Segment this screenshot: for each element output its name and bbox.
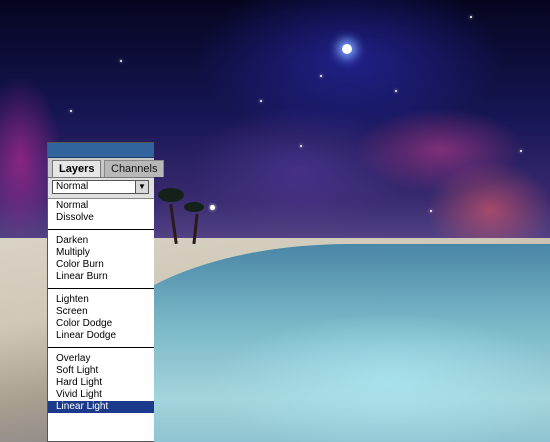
star bbox=[70, 110, 72, 112]
menu-item-linear-light[interactable]: Linear Light bbox=[48, 401, 154, 413]
menu-item-screen[interactable]: Screen bbox=[48, 306, 154, 318]
star bbox=[300, 145, 302, 147]
star bbox=[260, 100, 262, 102]
blend-mode-value: Normal bbox=[56, 181, 89, 192]
menu-item-hard-light[interactable]: Hard Light bbox=[48, 377, 154, 389]
menu-item-vivid-light[interactable]: Vivid Light bbox=[48, 389, 154, 401]
star bbox=[520, 150, 522, 152]
menu-item-darken[interactable]: Darken bbox=[48, 235, 154, 247]
layers-palette: Layers Channels Normal ▼ Normal Dissolve… bbox=[47, 142, 165, 442]
menu-item-linear-burn[interactable]: Linear Burn bbox=[48, 271, 154, 283]
menu-item-multiply[interactable]: Multiply bbox=[48, 247, 154, 259]
menu-divider bbox=[48, 347, 154, 348]
menu-item-color-burn[interactable]: Color Burn bbox=[48, 259, 154, 271]
blend-mode-select[interactable]: Normal ▼ bbox=[52, 180, 149, 194]
menu-item-dissolve[interactable]: Dissolve bbox=[48, 212, 154, 224]
menu-item-soft-light[interactable]: Soft Light bbox=[48, 365, 154, 377]
menu-item-lighten[interactable]: Lighten bbox=[48, 294, 154, 306]
palette-tabs: Layers Channels bbox=[48, 158, 165, 178]
tab-channels[interactable]: Channels bbox=[104, 160, 165, 177]
tab-layers[interactable]: Layers bbox=[52, 160, 102, 177]
palette-titlebar[interactable] bbox=[48, 143, 154, 158]
blend-mode-row: Normal ▼ bbox=[48, 178, 154, 199]
blend-mode-menu: Normal Dissolve Darken Multiply Color Bu… bbox=[48, 199, 154, 413]
menu-item-overlay[interactable]: Overlay bbox=[48, 353, 154, 365]
palm-trees bbox=[150, 188, 220, 245]
dropdown-arrow-icon[interactable]: ▼ bbox=[135, 181, 148, 193]
star bbox=[470, 16, 472, 18]
menu-item-linear-dodge[interactable]: Linear Dodge bbox=[48, 330, 154, 342]
menu-divider bbox=[48, 288, 154, 289]
menu-divider bbox=[48, 229, 154, 230]
menu-item-normal[interactable]: Normal bbox=[48, 200, 154, 212]
menu-item-color-dodge[interactable]: Color Dodge bbox=[48, 318, 154, 330]
star bbox=[120, 60, 122, 62]
star bbox=[320, 75, 322, 77]
star bbox=[395, 90, 397, 92]
star bbox=[430, 210, 432, 212]
bright-star bbox=[342, 44, 352, 54]
